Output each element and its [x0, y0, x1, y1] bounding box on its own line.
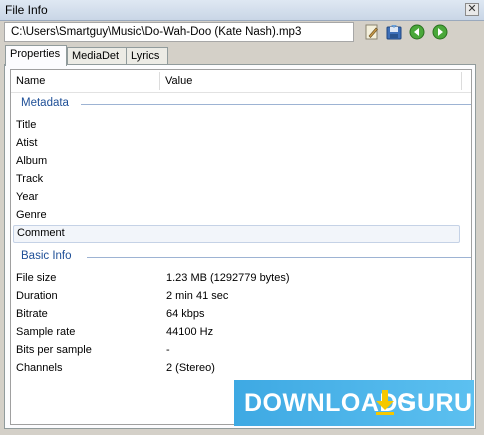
properties-panel: Name Value Metadata Title Atist Album Tr…	[4, 64, 476, 429]
file-path-field[interactable]: C:\Users\Smartguy\Music\Do-Wah-Doo (Kate…	[4, 22, 354, 42]
list-item[interactable]: Title	[11, 117, 471, 135]
tab-mediadet[interactable]: MediaDet	[67, 47, 127, 65]
edit-icon[interactable]	[364, 24, 380, 40]
window-title: File Info	[5, 3, 48, 17]
property-value: 64 kbps	[166, 308, 205, 320]
column-divider[interactable]	[461, 72, 462, 90]
group-header-metadata: Metadata	[21, 97, 471, 111]
list-item[interactable]: Duration 2 min 41 sec	[11, 288, 471, 306]
column-header-value[interactable]: Value	[165, 75, 192, 87]
group-header-basic-info: Basic Info	[21, 250, 471, 264]
group-divider	[87, 257, 471, 258]
group-title: Basic Info	[21, 250, 72, 262]
property-name: Bits per sample	[16, 344, 92, 356]
property-value: -	[166, 344, 170, 356]
property-value: 2 (Stereo)	[166, 362, 215, 374]
back-icon[interactable]	[409, 24, 425, 40]
properties-list[interactable]: Name Value Metadata Title Atist Album Tr…	[10, 69, 472, 425]
column-divider[interactable]	[159, 72, 160, 90]
column-header-name[interactable]: Name	[16, 75, 45, 87]
list-header: Name Value	[11, 70, 471, 93]
tab-properties[interactable]: Properties	[5, 45, 67, 66]
property-value: 44100 Hz	[166, 326, 214, 338]
group-divider	[81, 104, 471, 105]
list-item[interactable]: Track	[11, 171, 471, 189]
download-arrow-icon	[376, 390, 394, 415]
downloads-guru-watermark: DOWNLOADS GURU	[234, 380, 474, 426]
save-icon[interactable]	[386, 24, 402, 40]
list-item[interactable]: Bits per sample -	[11, 342, 471, 360]
property-name: Year	[16, 191, 39, 203]
list-item[interactable]: Year	[11, 189, 471, 207]
list-item[interactable]: Album	[11, 153, 471, 171]
list-item-selected[interactable]: Comment	[13, 225, 460, 243]
list-item[interactable]: Sample rate 44100 Hz	[11, 324, 471, 342]
property-name: Comment	[17, 227, 65, 239]
file-path-text: C:\Users\Smartguy\Music\Do-Wah-Doo (Kate…	[11, 26, 302, 38]
property-value: 1.23 MB (1292779 bytes)	[166, 272, 290, 284]
property-name: Track	[16, 173, 44, 185]
property-name: Atist	[16, 137, 38, 149]
property-name: Title	[16, 119, 37, 131]
tab-lyrics[interactable]: Lyrics	[126, 47, 168, 65]
watermark-text-right: GURU	[397, 389, 473, 417]
property-name: Album	[16, 155, 48, 167]
property-name: Bitrate	[16, 308, 48, 320]
list-item[interactable]: Channels 2 (Stereo)	[11, 360, 471, 378]
list-item[interactable]: Atist	[11, 135, 471, 153]
property-name: File size	[16, 272, 57, 284]
list-item[interactable]: Bitrate 64 kbps	[11, 306, 471, 324]
property-name: Channels	[16, 362, 63, 374]
title-bar: File Info ✕	[0, 0, 484, 21]
list-item[interactable]: File size 1.23 MB (1292779 bytes)	[11, 270, 471, 288]
list-item[interactable]: Genre	[11, 207, 471, 225]
property-name: Sample rate	[16, 326, 76, 338]
property-value: 2 min 41 sec	[166, 290, 229, 302]
property-name: Genre	[16, 209, 47, 221]
property-name: Duration	[16, 290, 58, 302]
group-title: Metadata	[21, 97, 69, 109]
close-button[interactable]: ✕	[465, 3, 479, 16]
forward-icon[interactable]	[432, 24, 448, 40]
